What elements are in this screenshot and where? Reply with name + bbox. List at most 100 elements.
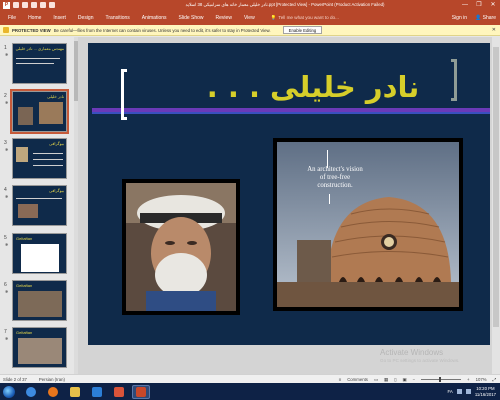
share-label: Share [482, 14, 496, 21]
scrollbar-handle[interactable] [493, 47, 499, 327]
zoom-in-icon[interactable]: + [467, 377, 470, 382]
start-button[interactable] [0, 383, 18, 400]
taskbar-media-player[interactable] [88, 385, 106, 399]
reading-view-icon[interactable]: ▯ [394, 377, 396, 383]
taskbar-powerpoint[interactable] [132, 384, 150, 399]
thumbnail-preview: بیوگرافی [12, 138, 67, 179]
thumbnail-number: 5 [4, 235, 7, 241]
tell-me-box[interactable]: 💡 Tell me what you want to do... [271, 15, 339, 21]
zoom-level[interactable]: 107% [476, 377, 487, 382]
powerpoint-window: P نادر خلیلی معمار خانه های سرامیکی 38 ا… [0, 0, 500, 400]
photo-thumbnail [18, 291, 62, 317]
windows-taskbar [0, 383, 500, 400]
fit-to-window-icon[interactable]: ⤢ [493, 377, 496, 382]
thumbnail-title: بیوگرافی [49, 188, 64, 193]
portrait-thumbnail [18, 107, 33, 125]
redo-icon[interactable] [31, 2, 37, 8]
lightbulb-icon: 💡 [270, 14, 277, 20]
text-line [16, 198, 62, 199]
title-bar: P نادر خلیلی معمار خانه های سرامیکی 38 ا… [0, 0, 500, 10]
firefox-icon [48, 386, 58, 397]
thumbnail-number: 7 [4, 329, 7, 335]
protected-view-message: Be careful—files from the Internet can c… [53, 27, 271, 33]
tab-home[interactable]: Home [22, 15, 47, 21]
zoom-slider[interactable] [421, 377, 462, 382]
thumbnail-preview: نادر خلیلی [10, 89, 69, 134]
animation-star-icon: ✱ [5, 147, 9, 152]
thumbnail-preview: مهندس معماری ... نادر خلیلی [12, 43, 67, 84]
title-underline-accent [92, 112, 490, 114]
normal-view-icon[interactable]: ▭ [374, 377, 378, 383]
activate-windows-watermark: Activate Windows [380, 348, 444, 357]
slideshow-icon[interactable]: ▣ [402, 377, 406, 383]
text-line [33, 153, 63, 154]
windows-orb-icon [3, 385, 15, 398]
window-title: نادر خلیلی معمار خانه های سرامیکی 38 اسل… [185, 2, 385, 7]
comments-button[interactable]: Comments [347, 377, 368, 382]
building-thumbnail [39, 102, 63, 124]
zoom-slider-thumb[interactable] [439, 377, 442, 382]
thumbnail-number: 6 [4, 282, 7, 288]
clock-time: 10:20 PM [476, 386, 495, 391]
animation-star-icon: ✱ [5, 194, 9, 199]
current-slide[interactable]: نادر خلیلی . . . An architect's vision o… [88, 43, 490, 345]
thumbnail-number: 1 [4, 45, 7, 51]
left-bracket-decoration [121, 69, 127, 120]
keyboard-language[interactable]: FA [448, 389, 453, 394]
thumbnail-number: 2 [4, 93, 7, 99]
tab-view[interactable]: View [238, 15, 261, 21]
tab-insert[interactable]: Insert [47, 15, 72, 21]
portrait-photo[interactable] [122, 179, 240, 315]
slide-sorter-icon[interactable]: ▦ [384, 377, 388, 383]
thumbnail-number: 3 [4, 140, 7, 146]
undo-icon[interactable] [22, 2, 28, 8]
tab-transitions[interactable]: Transitions [100, 15, 136, 21]
tab-slide-show[interactable]: Slide Show [173, 15, 210, 21]
photo-thumbnail [18, 338, 62, 364]
sign-in-link[interactable]: Sign in [452, 15, 467, 21]
zoom-out-icon[interactable]: − [413, 377, 416, 382]
tab-file[interactable]: File [0, 15, 22, 21]
thumbnail-preview: Geltaftan [12, 327, 67, 368]
network-icon[interactable] [456, 389, 462, 394]
share-button[interactable]: 👤 Share [475, 15, 496, 21]
photo-thumbnail [16, 147, 28, 162]
language-indicator[interactable]: Persian (Iran) [39, 377, 65, 382]
tab-review[interactable]: Review [210, 15, 238, 21]
taskbar-file-explorer[interactable] [66, 385, 84, 399]
close-button[interactable]: ✕ [486, 0, 500, 10]
start-from-beginning-icon[interactable] [40, 2, 46, 8]
text-line [16, 63, 54, 64]
window-controls: — ❐ ✕ [458, 0, 500, 10]
thumbnail-title: Geltaftan [16, 236, 33, 241]
slide-thumbnail-panel: 1 ✱ مهندس معماری ... نادر خلیلی 2 ✱ نادر… [0, 37, 78, 374]
thumbnail-preview: Geltaftan [12, 233, 67, 274]
taskbar-internet-explorer[interactable] [22, 385, 40, 399]
powerpoint-logo-icon: P [3, 1, 10, 9]
thumbnail-title: Geltaftan [16, 283, 33, 288]
enable-editing-button[interactable]: Enable Editing [282, 26, 323, 34]
tab-design[interactable]: Design [72, 15, 100, 21]
notes-icon[interactable]: ≡ [339, 377, 342, 382]
paint-icon [114, 386, 124, 397]
vertical-scrollbar[interactable] [492, 37, 500, 374]
minimize-button[interactable]: — [458, 0, 472, 10]
taskbar-paint[interactable] [110, 385, 128, 399]
animation-star-icon: ✱ [5, 242, 9, 247]
animation-star-icon: ✱ [5, 336, 9, 341]
maximize-button[interactable]: ❐ [472, 0, 486, 10]
save-icon[interactable] [13, 2, 19, 8]
thumbnail-preview: بیوگرافی [12, 185, 67, 226]
tab-animations[interactable]: Animations [136, 15, 173, 21]
tell-me-text: Tell me what you want to do... [278, 15, 339, 20]
media-player-icon [92, 386, 102, 397]
taskbar-firefox[interactable] [44, 385, 62, 399]
customize-toolbar-icon[interactable] [49, 2, 55, 8]
diagram-thumbnail [21, 244, 59, 272]
slide-title[interactable]: نادر خلیلی . . . [198, 70, 428, 104]
clock[interactable]: 10:20 PM 11/16/2017 [475, 386, 496, 397]
volume-icon[interactable] [465, 389, 471, 394]
close-bar-icon[interactable]: ✕ [492, 25, 496, 36]
building-photo[interactable]: An architect's vision of tree-free const… [273, 138, 463, 311]
right-bracket-decoration [451, 59, 457, 101]
